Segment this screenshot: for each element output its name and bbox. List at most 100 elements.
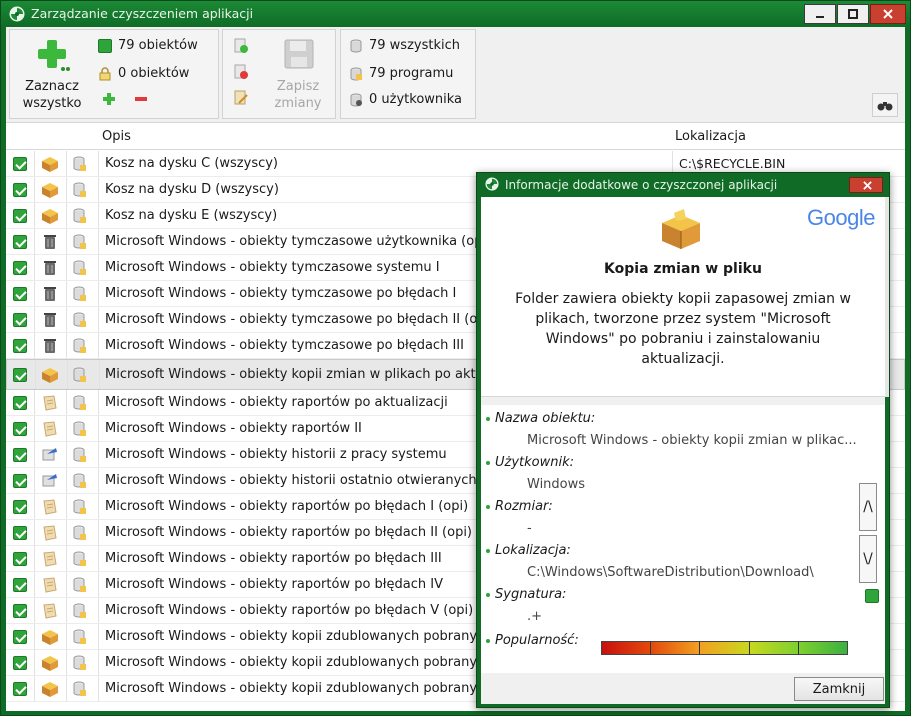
app-logo-icon bbox=[485, 177, 499, 191]
maximize-icon bbox=[848, 9, 858, 19]
package-icon bbox=[42, 682, 58, 697]
verified-check-icon bbox=[865, 589, 879, 603]
row-checkbox[interactable] bbox=[13, 526, 27, 540]
remove-icon[interactable] bbox=[134, 92, 148, 106]
minimize-button[interactable] bbox=[804, 4, 836, 24]
package-icon bbox=[42, 368, 58, 383]
row-checkbox[interactable] bbox=[13, 448, 27, 462]
row-checkbox[interactable] bbox=[13, 261, 27, 275]
signature-label: Sygnatura: bbox=[495, 587, 567, 602]
row-checkbox[interactable] bbox=[13, 313, 27, 327]
row-description: Microsoft Windows - obiekty tymczasowe s… bbox=[105, 260, 440, 275]
app-logo-icon bbox=[9, 6, 25, 22]
user-count-row: 0 użytkownika bbox=[349, 92, 462, 107]
row-checkbox[interactable] bbox=[13, 157, 27, 171]
maximize-button[interactable] bbox=[837, 4, 869, 24]
package-icon bbox=[42, 157, 58, 172]
database-program-icon bbox=[73, 260, 86, 275]
all-count-row: 79 wszystkich bbox=[349, 38, 460, 53]
checked-count-row: 79 obiektów bbox=[98, 38, 198, 53]
database-program-icon bbox=[73, 473, 86, 488]
minimize-icon bbox=[816, 16, 824, 18]
report-icon bbox=[43, 551, 57, 567]
select-all-button[interactable]: Zaznacz wszystko bbox=[16, 34, 88, 114]
details-panel: Nazwa obiektu: Microsoft Windows - obiek… bbox=[481, 405, 885, 673]
selection-group: Zaznacz wszystko 79 obiektów 0 obiektów bbox=[9, 29, 219, 119]
checked-count: 79 obiektów bbox=[118, 38, 198, 53]
popularity-bar bbox=[601, 641, 848, 655]
popularity-segment bbox=[602, 642, 652, 654]
row-checkbox[interactable] bbox=[13, 422, 27, 436]
popularity-segment bbox=[651, 642, 701, 654]
row-checkbox[interactable] bbox=[13, 396, 27, 410]
popularity-segment bbox=[798, 642, 848, 654]
database-icon bbox=[350, 39, 362, 52]
title-bar[interactable]: Zarządzanie czyszczeniem aplikacji bbox=[1, 1, 910, 27]
header-scrollbar[interactable] bbox=[885, 197, 889, 397]
close-window-button[interactable] bbox=[870, 4, 906, 24]
row-description: Microsoft Windows - obiekty tymczasowe p… bbox=[105, 338, 464, 353]
report-icon bbox=[43, 395, 57, 411]
popularity-label: Popularność: bbox=[495, 633, 579, 648]
name-label: Nazwa obiektu: bbox=[495, 411, 596, 426]
row-checkbox[interactable] bbox=[13, 552, 27, 566]
user-field: Użytkownik: bbox=[486, 455, 574, 470]
row-checkbox[interactable] bbox=[13, 656, 27, 670]
locked-count: 0 obiektów bbox=[118, 66, 190, 81]
history-icon bbox=[42, 474, 57, 487]
dialog-title-bar[interactable]: Informacje dodatkowe o czyszczonej aplik… bbox=[477, 173, 889, 197]
popularity-segment bbox=[749, 642, 799, 654]
search-button[interactable] bbox=[872, 93, 898, 117]
select-all-label: Zaznacz wszystko bbox=[22, 79, 82, 111]
remove-file-icon[interactable] bbox=[233, 64, 249, 80]
row-description: Microsoft Windows - obiekty raportów po … bbox=[105, 551, 442, 566]
column-header-description[interactable]: Opis bbox=[102, 129, 131, 144]
add-file-icon[interactable] bbox=[233, 38, 249, 54]
row-description: Microsoft Windows - obiekty raportów po … bbox=[105, 577, 443, 592]
scroll-up-button[interactable]: /\ bbox=[859, 483, 877, 531]
row-checkbox[interactable] bbox=[13, 183, 27, 197]
signature-field: Sygnatura: bbox=[486, 587, 567, 602]
window-title: Zarządzanie czyszczeniem aplikacji bbox=[31, 6, 254, 21]
save-changes-button[interactable]: Zapisz zmiany bbox=[263, 34, 333, 114]
row-description: Microsoft Windows - obiekty raportów II bbox=[105, 421, 362, 436]
user-count: 0 użytkownika bbox=[369, 92, 463, 107]
user-database-icon bbox=[350, 93, 362, 106]
add-icon[interactable] bbox=[102, 92, 116, 106]
row-description: Microsoft Windows - obiekty historii ost… bbox=[105, 473, 490, 488]
list-header: Opis Lokalizacja bbox=[6, 124, 905, 150]
row-checkbox[interactable] bbox=[13, 604, 27, 618]
row-checkbox[interactable] bbox=[13, 235, 27, 249]
row-checkbox[interactable] bbox=[13, 500, 27, 514]
database-program-icon bbox=[73, 499, 86, 514]
row-checkbox[interactable] bbox=[13, 578, 27, 592]
row-checkbox[interactable] bbox=[13, 339, 27, 353]
scroll-down-button[interactable]: \/ bbox=[859, 535, 877, 583]
row-checkbox[interactable] bbox=[13, 630, 27, 644]
info-header: Google Kopia zmian w pliku Folder zawier… bbox=[481, 197, 885, 397]
dialog-close-button[interactable] bbox=[849, 177, 883, 193]
stats-group: 79 wszystkich 79 programu 0 użytkownika bbox=[340, 29, 476, 119]
location-field: Lokalizacja: bbox=[486, 543, 571, 558]
history-icon bbox=[42, 448, 57, 461]
row-checkbox[interactable] bbox=[13, 287, 27, 301]
row-checkbox[interactable] bbox=[13, 209, 27, 223]
row-description: Kosz na dysku E (wszyscy) bbox=[105, 208, 278, 223]
size-field: Rozmiar: bbox=[486, 499, 553, 514]
row-description: Microsoft Windows - obiekty historii z p… bbox=[105, 447, 447, 462]
name-field: Nazwa obiektu: bbox=[486, 411, 596, 426]
row-description: Microsoft Windows - obiekty tymczasowe p… bbox=[105, 312, 478, 327]
database-program-icon bbox=[73, 286, 86, 301]
dialog-title: Informacje dodatkowe o czyszczonej aplik… bbox=[505, 178, 778, 192]
column-header-location[interactable]: Lokalizacja bbox=[675, 129, 746, 144]
row-checkbox[interactable] bbox=[13, 474, 27, 488]
database-program-icon bbox=[73, 338, 86, 353]
close-icon bbox=[863, 181, 872, 190]
close-button[interactable]: Zamknij bbox=[794, 677, 884, 701]
row-description: Microsoft Windows - obiekty raportów po … bbox=[105, 499, 469, 514]
info-description: Folder zawiera obiekty kopii zapasowej z… bbox=[515, 291, 851, 367]
signature-value: .+ bbox=[527, 609, 543, 624]
row-checkbox[interactable] bbox=[13, 682, 27, 696]
edit-file-icon[interactable] bbox=[233, 90, 249, 106]
row-checkbox[interactable] bbox=[13, 368, 27, 382]
